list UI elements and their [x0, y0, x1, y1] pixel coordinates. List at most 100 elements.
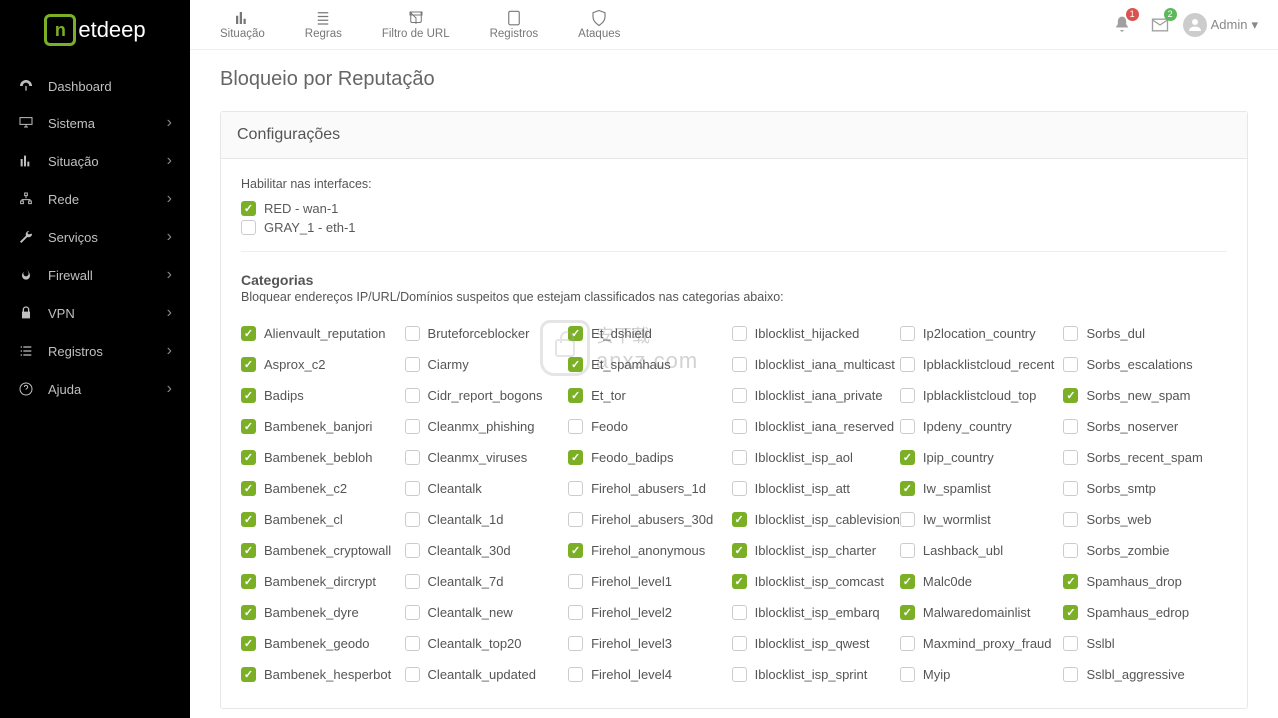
category-checkbox[interactable]: [900, 605, 915, 620]
category-checkbox[interactable]: [241, 543, 256, 558]
category-checkbox[interactable]: [732, 512, 747, 527]
category-checkbox[interactable]: [900, 388, 915, 403]
category-checkbox[interactable]: [241, 636, 256, 651]
category-item: Badips: [241, 380, 405, 411]
category-checkbox[interactable]: [241, 388, 256, 403]
category-item: Sorbs_smtp: [1063, 473, 1227, 504]
sidebar-item-firewall[interactable]: Firewall›: [0, 256, 190, 294]
category-item: Bambenek_dyre: [241, 597, 405, 628]
category-checkbox[interactable]: [405, 574, 420, 589]
category-checkbox[interactable]: [732, 574, 747, 589]
category-checkbox[interactable]: [241, 667, 256, 682]
category-checkbox[interactable]: [241, 512, 256, 527]
category-checkbox[interactable]: [732, 636, 747, 651]
category-checkbox[interactable]: [241, 419, 256, 434]
category-checkbox[interactable]: [900, 481, 915, 496]
category-checkbox[interactable]: [1063, 512, 1078, 527]
category-checkbox[interactable]: [1063, 574, 1078, 589]
category-item: Iblocklist_isp_sprint: [732, 659, 900, 690]
category-checkbox[interactable]: [900, 326, 915, 341]
sidebar-item-dashboard[interactable]: Dashboard: [0, 68, 190, 104]
category-checkbox[interactable]: [568, 636, 583, 651]
sidebar-item-serviços[interactable]: Serviços›: [0, 218, 190, 256]
category-checkbox[interactable]: [405, 667, 420, 682]
category-checkbox[interactable]: [405, 357, 420, 372]
topnav-regras[interactable]: Regras: [285, 0, 362, 49]
category-checkbox[interactable]: [900, 419, 915, 434]
sidebar-item-ajuda[interactable]: Ajuda›: [0, 370, 190, 408]
sidebar-item-sistema[interactable]: Sistema›: [0, 104, 190, 142]
user-menu[interactable]: Admin ▾: [1183, 13, 1258, 37]
category-checkbox[interactable]: [732, 543, 747, 558]
category-checkbox[interactable]: [1063, 636, 1078, 651]
category-checkbox[interactable]: [1063, 450, 1078, 465]
category-checkbox[interactable]: [1063, 667, 1078, 682]
category-checkbox[interactable]: [241, 605, 256, 620]
sidebar-item-rede[interactable]: Rede›: [0, 180, 190, 218]
category-checkbox[interactable]: [900, 512, 915, 527]
category-checkbox[interactable]: [732, 667, 747, 682]
category-checkbox[interactable]: [732, 419, 747, 434]
category-checkbox[interactable]: [241, 481, 256, 496]
chevron-right-icon: ›: [167, 228, 172, 246]
category-checkbox[interactable]: [732, 388, 747, 403]
category-checkbox[interactable]: [568, 605, 583, 620]
category-checkbox[interactable]: [568, 357, 583, 372]
category-checkbox[interactable]: [241, 326, 256, 341]
category-checkbox[interactable]: [405, 388, 420, 403]
category-checkbox[interactable]: [900, 450, 915, 465]
category-checkbox[interactable]: [1063, 481, 1078, 496]
category-checkbox[interactable]: [732, 326, 747, 341]
category-checkbox[interactable]: [241, 450, 256, 465]
category-checkbox[interactable]: [900, 574, 915, 589]
category-checkbox[interactable]: [900, 667, 915, 682]
category-checkbox[interactable]: [568, 388, 583, 403]
category-label: Bambenek_cl: [264, 512, 343, 527]
category-checkbox[interactable]: [732, 481, 747, 496]
category-checkbox[interactable]: [405, 481, 420, 496]
category-label: Cleantalk_new: [428, 605, 513, 620]
category-checkbox[interactable]: [900, 543, 915, 558]
category-checkbox[interactable]: [732, 357, 747, 372]
category-checkbox[interactable]: [568, 543, 583, 558]
category-checkbox[interactable]: [1063, 388, 1078, 403]
topnav-registros[interactable]: Registros: [470, 0, 559, 49]
category-checkbox[interactable]: [405, 326, 420, 341]
interface-checkbox[interactable]: [241, 201, 256, 216]
category-checkbox[interactable]: [405, 512, 420, 527]
category-checkbox[interactable]: [405, 543, 420, 558]
category-checkbox[interactable]: [900, 636, 915, 651]
topnav-ataques[interactable]: Ataques: [558, 0, 640, 49]
chart-icon: [18, 153, 34, 169]
category-checkbox[interactable]: [732, 450, 747, 465]
category-checkbox[interactable]: [405, 450, 420, 465]
category-checkbox[interactable]: [1063, 605, 1078, 620]
category-checkbox[interactable]: [568, 326, 583, 341]
category-checkbox[interactable]: [568, 574, 583, 589]
category-checkbox[interactable]: [1063, 543, 1078, 558]
category-checkbox[interactable]: [1063, 419, 1078, 434]
sidebar-item-registros[interactable]: Registros›: [0, 332, 190, 370]
category-checkbox[interactable]: [241, 574, 256, 589]
messages-button[interactable]: 2: [1145, 10, 1175, 40]
notifications-button[interactable]: 1: [1107, 10, 1137, 40]
category-checkbox[interactable]: [568, 512, 583, 527]
category-checkbox[interactable]: [405, 636, 420, 651]
interface-checkbox[interactable]: [241, 220, 256, 235]
category-checkbox[interactable]: [900, 357, 915, 372]
topnav-situação[interactable]: Situação: [200, 0, 285, 49]
category-checkbox[interactable]: [405, 419, 420, 434]
category-item: Malc0de: [900, 566, 1064, 597]
category-checkbox[interactable]: [1063, 357, 1078, 372]
sidebar-item-situação[interactable]: Situação›: [0, 142, 190, 180]
category-checkbox[interactable]: [732, 605, 747, 620]
category-checkbox[interactable]: [405, 605, 420, 620]
sidebar-item-vpn[interactable]: VPN›: [0, 294, 190, 332]
category-checkbox[interactable]: [241, 357, 256, 372]
topnav-filtro-de-url[interactable]: Filtro de URL: [362, 0, 470, 49]
category-checkbox[interactable]: [568, 667, 583, 682]
category-checkbox[interactable]: [568, 481, 583, 496]
category-checkbox[interactable]: [1063, 326, 1078, 341]
category-checkbox[interactable]: [568, 450, 583, 465]
category-checkbox[interactable]: [568, 419, 583, 434]
